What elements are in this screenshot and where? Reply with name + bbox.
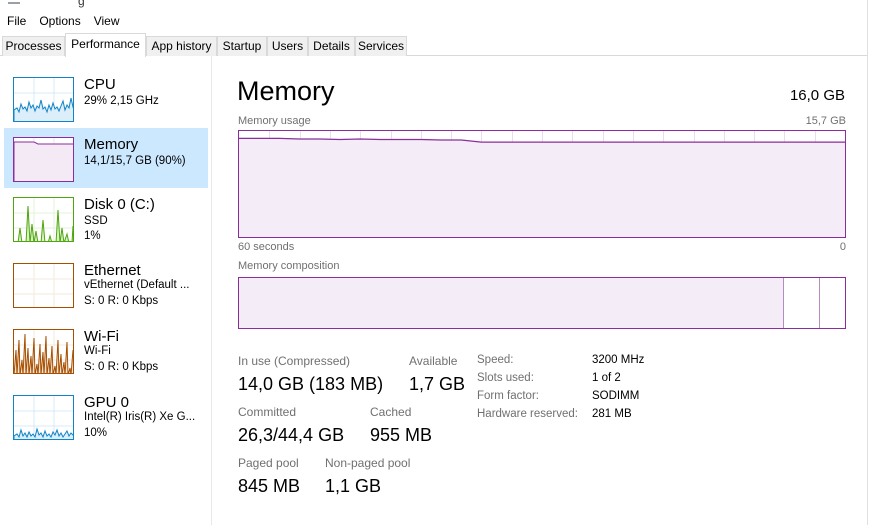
memory-usage-label: Memory usage xyxy=(238,115,311,127)
memory-graph-icon xyxy=(13,137,74,182)
total-memory: 16,0 GB xyxy=(789,87,845,104)
tab-app-history[interactable]: App history xyxy=(146,36,217,56)
tab-services[interactable]: Services xyxy=(355,36,407,56)
wifi-adapter: Wi-Fi xyxy=(84,345,111,357)
in-use-value: 14,0 GB (183 MB) xyxy=(238,374,384,394)
sidebar-item-disk[interactable]: Disk 0 (C:) SSD 1% xyxy=(4,188,208,248)
memory-usage: 14,1/15,7 GB (90%) xyxy=(84,155,186,167)
gpu-usage: 10% xyxy=(84,427,108,439)
tab-startup[interactable]: Startup xyxy=(217,36,267,56)
time-axis-end: 0 xyxy=(839,241,846,253)
spec-speed-label: Speed: xyxy=(477,354,514,366)
disk-type: SSD xyxy=(84,215,108,227)
spec-form-factor-value: SODIMM xyxy=(592,390,640,402)
menu-bar: File Options View xyxy=(0,11,132,31)
menu-options[interactable]: Options xyxy=(38,14,86,28)
cached-value: 955 MB xyxy=(370,425,433,445)
committed-label: Committed xyxy=(238,405,297,419)
ethernet-adapter: vEthernet (Default ... xyxy=(84,279,190,291)
tab-users[interactable]: Users xyxy=(267,36,308,56)
window-edge xyxy=(867,0,876,525)
wifi-throughput: S: 0 R: 0 Kbps xyxy=(84,361,159,373)
sidebar-item-gpu[interactable]: GPU 0 Intel(R) Iris(R) Xe G... 10% xyxy=(4,386,208,446)
nonpaged-pool-value: 1,1 GB xyxy=(325,476,382,496)
in-use-label: In use (Compressed) xyxy=(238,354,351,368)
spec-speed-value: 3200 MHz xyxy=(592,354,645,366)
menu-view[interactable]: View xyxy=(93,14,126,28)
sidebar-item-cpu[interactable]: CPU 29% 2,15 GHz xyxy=(4,68,208,128)
ethernet-throughput: S: 0 R: 0 Kbps xyxy=(84,295,159,307)
paged-pool-label: Paged pool xyxy=(238,456,299,470)
spec-slots-label: Slots used: xyxy=(477,372,534,384)
memory-usage-graph xyxy=(238,130,846,238)
gpu-title: GPU 0 xyxy=(84,394,130,411)
wifi-graph-icon xyxy=(13,329,74,374)
nonpaged-pool-label: Non-paged pool xyxy=(325,456,411,470)
committed-value: 26,3/44,4 GB xyxy=(238,425,345,445)
spec-slots-value: 1 of 2 xyxy=(592,372,621,384)
gpu-graph-icon xyxy=(13,395,74,440)
disk-usage: 1% xyxy=(84,230,101,242)
memory-usage-max: 15,7 GB xyxy=(805,115,846,127)
disk-graph-icon xyxy=(13,197,74,242)
composition-in-use[interactable] xyxy=(239,278,784,328)
ethernet-graph-icon xyxy=(13,263,74,308)
cpu-usage: 29% 2,15 GHz xyxy=(84,95,159,107)
spec-form-factor-label: Form factor: xyxy=(477,390,539,402)
tab-details[interactable]: Details xyxy=(308,36,355,56)
memory-usage-chart xyxy=(239,131,845,237)
cached-label: Cached xyxy=(370,405,412,419)
page-title: Memory xyxy=(237,76,335,106)
resource-sidebar: CPU 29% 2,15 GHz Memory 14,1/15,7 GB (90… xyxy=(0,56,212,525)
spec-hardware-reserved-value: 281 MB xyxy=(592,408,632,420)
menu-file[interactable]: File xyxy=(6,14,32,28)
tab-processes[interactable]: Processes xyxy=(2,36,65,56)
title-bar: g xyxy=(0,0,876,10)
time-axis-start: 60 seconds xyxy=(238,241,295,253)
gpu-model: Intel(R) Iris(R) Xe G... xyxy=(84,411,196,423)
sidebar-item-ethernet[interactable]: Ethernet vEthernet (Default ... S: 0 R: … xyxy=(4,254,208,314)
available-label: Available xyxy=(409,354,458,368)
memory-detail-panel: Memory 16,0 GB Memory usage 15,7 GB 60 s… xyxy=(213,56,876,525)
ethernet-title: Ethernet xyxy=(84,262,141,279)
sidebar-item-wifi[interactable]: Wi-Fi Wi-Fi S: 0 R: 0 Kbps xyxy=(4,320,208,380)
paged-pool-value: 845 MB xyxy=(238,476,301,496)
tab-bar: Processes Performance App history Startu… xyxy=(0,33,876,57)
cpu-title: CPU xyxy=(84,76,116,93)
memory-usage-area xyxy=(239,138,845,237)
cpu-graph-icon xyxy=(13,77,74,122)
disk-title: Disk 0 (C:) xyxy=(84,196,155,213)
memory-composition-label: Memory composition xyxy=(238,260,340,272)
wifi-title: Wi-Fi xyxy=(84,328,119,345)
window-title-fragment: g xyxy=(78,0,85,8)
task-manager-icon xyxy=(8,0,20,4)
tab-performance[interactable]: Performance xyxy=(65,33,146,57)
sidebar-item-memory[interactable]: Memory 14,1/15,7 GB (90%) xyxy=(4,128,208,188)
spec-hardware-reserved-label: Hardware reserved: xyxy=(477,408,578,420)
memory-composition-bar xyxy=(238,277,846,329)
available-value: 1,7 GB xyxy=(409,374,466,394)
composition-modified[interactable] xyxy=(784,278,820,328)
memory-title: Memory xyxy=(84,136,139,153)
composition-standby[interactable] xyxy=(820,278,845,328)
